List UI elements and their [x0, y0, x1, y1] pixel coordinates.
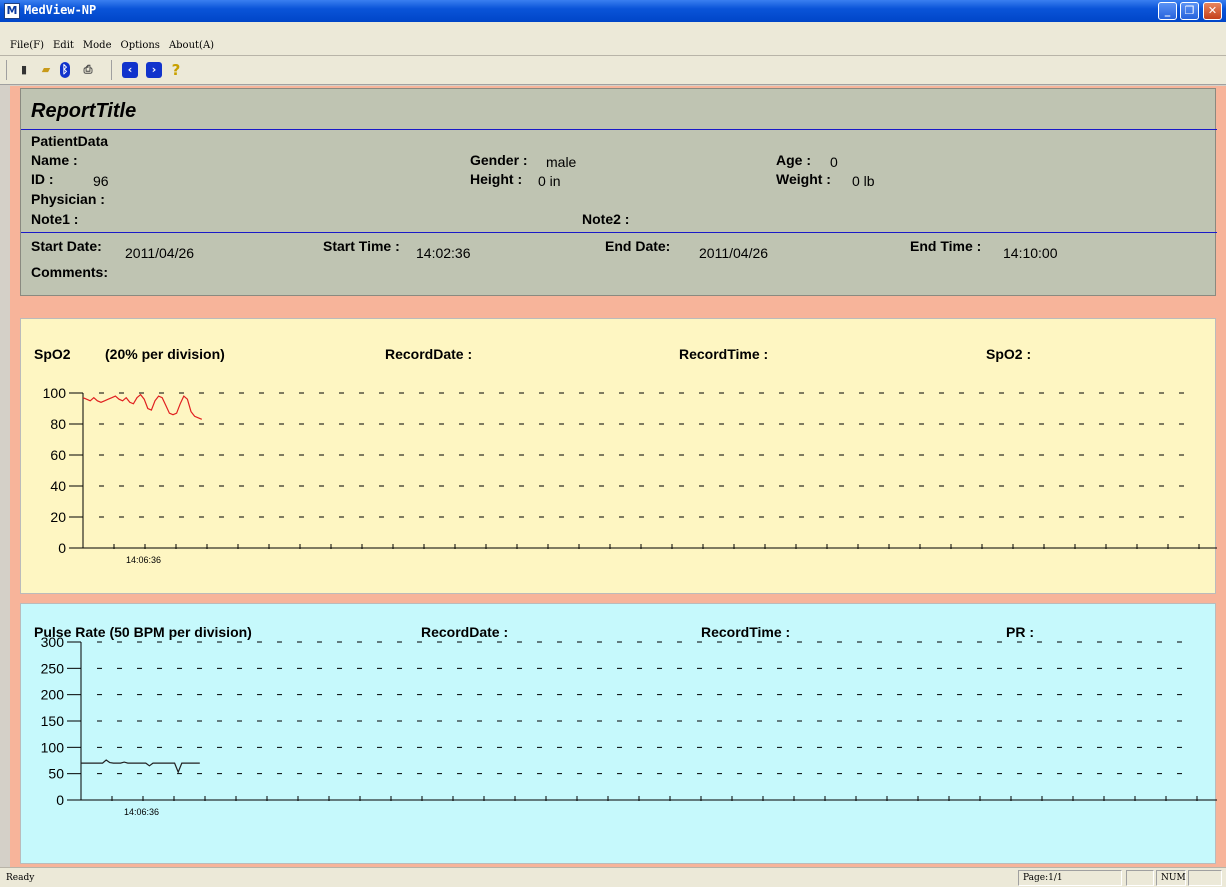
num-lock-indicator: NUM: [1156, 870, 1186, 886]
minimize-button[interactable]: _: [1158, 2, 1177, 20]
y-tick-label: 0: [58, 540, 66, 556]
menu-about[interactable]: About(A): [169, 40, 214, 51]
start-date-label: Start Date:: [31, 238, 102, 254]
end-date-label: End Date:: [605, 238, 671, 254]
height-value: 0 in: [538, 173, 561, 189]
age-label: Age :: [776, 152, 811, 168]
minimize-icon: _: [1164, 4, 1171, 17]
report-canvas: ReportTitle PatientData Name : Gender : …: [10, 86, 1226, 867]
patient-data-label: PatientData: [31, 133, 109, 149]
menu-edit[interactable]: Edit: [53, 40, 74, 51]
id-value: 96: [93, 173, 109, 189]
data-series-line: [81, 759, 200, 774]
close-button[interactable]: ✕: [1203, 2, 1222, 20]
help-icon[interactable]: ?: [168, 62, 184, 78]
app-window: M MedView-NP _ ❐ ✕ File(F) Edit Mode Opt…: [0, 0, 1226, 887]
y-tick-label: 150: [41, 713, 65, 729]
report-title: ReportTitle: [31, 100, 137, 122]
y-tick-label: 50: [48, 766, 64, 782]
previous-icon[interactable]: ‹: [122, 62, 138, 78]
start-time-value: 14:02:36: [416, 245, 471, 261]
y-tick-label: 40: [50, 478, 66, 494]
y-tick-label: 0: [56, 792, 64, 808]
toolbar: ▮ ▰ ᛒ ⎙ ‹ › ?: [0, 56, 1226, 85]
comments-label: Comments:: [31, 264, 109, 280]
weight-value: 0 lb: [852, 173, 875, 189]
status-bar: Ready Page:1/1 NUM: [0, 867, 1226, 887]
restore-button[interactable]: ❐: [1180, 2, 1199, 20]
menu-mode[interactable]: Mode: [83, 40, 112, 51]
physician-label: Physician :: [31, 191, 105, 207]
pulse-rate-chart: 0 50 100 150 200 250 300 14:06:36: [41, 634, 1217, 817]
toolbar-grip: [6, 60, 7, 80]
status-text: Ready: [6, 873, 35, 883]
height-label: Height :: [470, 171, 523, 187]
age-value: 0: [830, 154, 838, 170]
app-logo-icon: M: [4, 3, 20, 19]
open-folder-icon[interactable]: ▰: [38, 62, 54, 78]
weight-label: Weight :: [776, 171, 831, 187]
end-time-label: End Time :: [910, 238, 982, 254]
menu-options[interactable]: Options: [121, 40, 160, 51]
report-header: ReportTitle PatientData Name : Gender : …: [20, 88, 1217, 296]
y-tick-label: 200: [41, 687, 65, 703]
divider: [21, 232, 1217, 233]
toolbar-separator: [111, 60, 112, 80]
x-tick-label: 14:06:36: [126, 555, 161, 565]
id-label: ID :: [31, 171, 54, 187]
gender-label: Gender :: [470, 152, 528, 168]
menu-file[interactable]: File(F): [10, 40, 44, 51]
print-icon[interactable]: ⎙: [80, 62, 96, 78]
x-tick-label: 14:06:36: [124, 807, 159, 817]
next-icon[interactable]: ›: [146, 62, 162, 78]
y-tick-label: 100: [41, 739, 65, 755]
title-bar[interactable]: M MedView-NP _ ❐ ✕: [0, 0, 1226, 22]
y-tick-label: 80: [50, 416, 66, 432]
y-tick-label: 250: [41, 660, 65, 676]
menu-bar: File(F) Edit Mode Options About(A): [0, 22, 1226, 56]
note2-label: Note2 :: [582, 211, 630, 227]
restore-icon: ❐: [1184, 4, 1195, 17]
window-title: MedView-NP: [24, 3, 97, 17]
end-time-value: 14:10:00: [1003, 245, 1058, 261]
bluetooth-icon[interactable]: ᛒ: [60, 62, 70, 78]
data-series-line: [82, 393, 203, 420]
divider: [21, 129, 1217, 130]
new-icon[interactable]: ▮: [16, 62, 32, 78]
status-pane-empty: [1126, 870, 1154, 886]
y-tick-label: 20: [50, 509, 66, 525]
end-date-value: 2011/04/26: [699, 245, 769, 261]
y-tick-label: 300: [41, 634, 65, 650]
note1-label: Note1 :: [31, 211, 79, 227]
pulse-rate-chart-panel: Pulse Rate (50 BPM per division) RecordD…: [20, 603, 1217, 864]
spo2-chart: 0 20 40 60 80 100 14:06:36: [43, 385, 1217, 565]
close-icon: ✕: [1207, 4, 1218, 17]
name-label: Name :: [31, 152, 78, 168]
start-time-label: Start Time :: [323, 238, 400, 254]
spo2-chart-panel: SpO2 (20% per division) RecordDate : Rec…: [20, 318, 1217, 594]
status-pane-empty: [1188, 870, 1222, 886]
page-indicator: Page:1/1: [1018, 870, 1122, 886]
y-tick-label: 100: [43, 385, 67, 401]
gender-value: male: [546, 154, 577, 170]
y-tick-label: 60: [50, 447, 66, 463]
start-date-value: 2011/04/26: [125, 245, 195, 261]
